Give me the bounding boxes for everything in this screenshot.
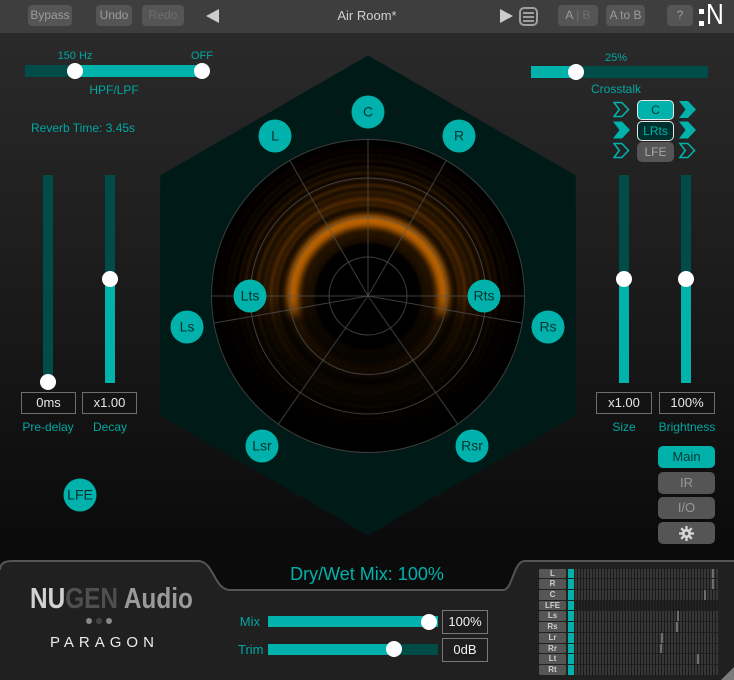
brand-dot: [86, 618, 92, 624]
meter-row-rs: Rs: [508, 622, 734, 632]
routing-out-chevron-lrts[interactable]: [679, 121, 696, 139]
meter-row-lr: Lr: [508, 632, 734, 643]
meter-peak-tick: [704, 589, 706, 600]
meter-channel-label: C: [539, 589, 566, 600]
meter-peak-tick: [712, 568, 714, 579]
output-meters: L R C LFE Ls Rs Lr Rr Lt Rt: [508, 561, 734, 680]
meter-level: [568, 654, 574, 665]
trim-handle[interactable]: [386, 641, 402, 657]
meter-level: [568, 600, 574, 611]
meter-track: [575, 665, 718, 675]
meter-channel-label: R: [539, 579, 566, 589]
brand-logo: NUGEN Audio: [30, 583, 193, 615]
meter-level: [568, 568, 574, 579]
meter-channel-label: Ls: [539, 611, 566, 622]
meter-peak-tick: [677, 611, 679, 622]
meter-peak-tick: [676, 622, 678, 632]
trim-value[interactable]: 0dB: [442, 638, 488, 662]
meter-channel-label: Rr: [539, 643, 566, 654]
meter-channel-label: Lr: [539, 632, 566, 643]
meter-row-lfe: LFE: [508, 600, 734, 611]
meter-track: [575, 589, 718, 600]
product-name: PARAGON: [50, 634, 159, 651]
mix-handle[interactable]: [421, 614, 437, 630]
meter-row-c: C: [508, 589, 734, 600]
meter-track: [575, 622, 718, 632]
routing-in-chevron-c[interactable]: [613, 101, 630, 118]
meter-level: [568, 643, 574, 654]
meter-level: [568, 579, 574, 589]
meter-peak-tick: [712, 579, 714, 589]
meter-track: [575, 579, 718, 589]
meter-row-rr: Rr: [508, 643, 734, 654]
brand-dot: [106, 618, 112, 624]
meter-peak-tick: [659, 643, 662, 654]
meter-row-l: L: [508, 568, 734, 579]
trim-slider[interactable]: [268, 644, 438, 655]
meter-track: [575, 600, 718, 611]
routing-in-chevron-lfe[interactable]: [613, 142, 630, 159]
mix-value[interactable]: 100%: [442, 610, 488, 634]
meter-channel-label: L: [539, 568, 566, 579]
meter-row-lt: Lt: [508, 654, 734, 665]
routing-out-chevron-c[interactable]: [679, 101, 696, 118]
meter-level: [568, 611, 574, 622]
meter-row-ls: Ls: [508, 611, 734, 622]
brand-dot: [96, 618, 102, 624]
meter-channel-label: Rt: [539, 665, 566, 675]
meter-peak-tick: [660, 632, 663, 643]
meter-peak-tick: [697, 654, 699, 665]
meter-channel-label: LFE: [539, 600, 566, 611]
dry-wet-mix-label: Dry/Wet Mix: 100%: [290, 564, 444, 584]
meter-level: [568, 665, 574, 675]
mix-label: Mix: [239, 614, 260, 629]
meter-track: [575, 568, 718, 579]
meter-track: [575, 611, 718, 622]
routing-out-chevron-lfe[interactable]: [678, 142, 696, 159]
meter-row-r: R: [508, 579, 734, 589]
routing-matrix: [613, 101, 696, 159]
meter-channel-label: Lt: [539, 654, 566, 665]
trim-label: Trim: [238, 642, 264, 657]
meter-row-rt: Rt: [508, 665, 734, 675]
meter-level: [568, 622, 574, 632]
meter-track: [575, 643, 718, 654]
meter-level: [568, 632, 574, 643]
meter-track: [575, 632, 718, 643]
resize-grip[interactable]: [721, 667, 734, 680]
routing-in-chevron-lrts[interactable]: [613, 121, 630, 139]
mix-slider[interactable]: [268, 616, 438, 627]
meter-level: [568, 589, 574, 600]
meter-channel-label: Rs: [539, 622, 566, 632]
